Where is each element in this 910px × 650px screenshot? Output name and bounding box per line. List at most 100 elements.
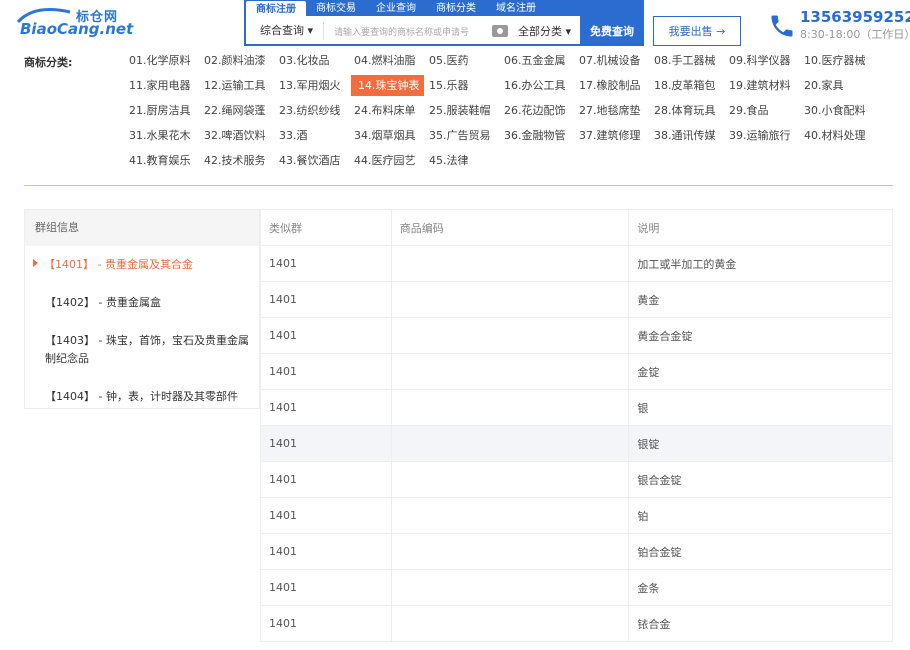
category-item[interactable]: 23.纺织纱线: [276, 98, 351, 123]
table-row[interactable]: 1401 黄金合金锭: [260, 317, 893, 354]
table-row[interactable]: 1401 铂: [260, 497, 893, 534]
category-item[interactable]: 17.橡胶制品: [576, 73, 651, 98]
cell-description: 黄金合金锭: [628, 317, 893, 354]
category-item[interactable]: 39.运输旅行: [726, 123, 801, 148]
cell-goods-code: [390, 353, 630, 390]
category-item[interactable]: 14.珠宝钟表: [351, 75, 424, 96]
category-item[interactable]: 22.绳网袋蓬: [201, 98, 276, 123]
category-item[interactable]: 20.家具: [801, 73, 876, 98]
cell-similar-group: 1401: [260, 389, 392, 426]
table-row[interactable]: 1401 加工或半加工的黄金: [260, 245, 893, 282]
category-item[interactable]: 45.法律: [426, 148, 501, 173]
cell-description: 铱合金: [628, 605, 893, 642]
cell-goods-code: [390, 497, 630, 534]
section-divider: [24, 185, 893, 186]
group-item-label: 【1403】 - 珠宝，首饰，宝石及贵重金属制纪念品: [45, 334, 249, 365]
category-item[interactable]: 01.化学原料: [126, 48, 201, 73]
category-item[interactable]: 42.技术服务: [201, 148, 276, 173]
category-item[interactable]: 25.服装鞋帽: [426, 98, 501, 123]
group-item[interactable]: 【1401】 - 贵重金属及其合金: [25, 246, 259, 284]
category-item[interactable]: 08.手工器械: [651, 48, 726, 73]
category-item[interactable]: 32.啤酒饮料: [201, 123, 276, 148]
search-input[interactable]: 请输入要查询的商标名称或申请号: [324, 25, 492, 38]
category-item[interactable]: 05.医药: [426, 48, 501, 73]
category-item[interactable]: 26.花边配饰: [501, 98, 576, 123]
category-item[interactable]: 36.金融物管: [501, 123, 576, 148]
search-type-select[interactable]: 综合查询 ▾: [246, 22, 324, 40]
camera-icon[interactable]: [492, 25, 508, 37]
category-item[interactable]: 34.烟草烟具: [351, 123, 426, 148]
table-row[interactable]: 1401 金条: [260, 569, 893, 606]
category-item[interactable]: 31.水果花木: [126, 123, 201, 148]
category-item[interactable]: 35.广告贸易: [426, 123, 501, 148]
col-header-description: 说明: [628, 209, 893, 246]
search-box: 商标注册 商标交易 企业查询 商标分类 域名注册 综合查询 ▾ 请输入要查询的商标名称或…: [244, 0, 644, 46]
group-panel: 群组信息 【1401】 - 贵重金属及其合金 【1402】 - 贵重金属盒【140…: [24, 209, 260, 409]
group-panel-header: 群组信息: [25, 210, 259, 246]
search-tab[interactable]: 域名注册: [486, 0, 546, 16]
cell-similar-group: 1401: [260, 245, 392, 282]
category-item[interactable]: 28.体育玩具: [651, 98, 726, 123]
table-row[interactable]: 1401 铱合金: [260, 605, 893, 642]
group-item[interactable]: 【1404】 - 钟，表，计时器及其零部件: [25, 378, 259, 416]
cell-similar-group: 1401: [260, 425, 392, 462]
site-logo[interactable]: 标仓网 BiaoCang.net: [14, 4, 133, 42]
category-item[interactable]: 12.运输工具: [201, 73, 276, 98]
category-item[interactable]: 10.医疗器械: [801, 48, 876, 73]
cell-goods-code: [390, 425, 630, 462]
category-item[interactable]: 09.科学仪器: [726, 48, 801, 73]
group-item-label: 【1404】 - 钟，表，计时器及其零部件: [45, 390, 238, 403]
category-item[interactable]: 16.办公工具: [501, 73, 576, 98]
cell-similar-group: 1401: [260, 605, 392, 642]
category-item[interactable]: 18.皮革箱包: [651, 73, 726, 98]
category-item[interactable]: 11.家用电器: [126, 73, 201, 98]
category-item[interactable]: 24.布料床单: [351, 98, 426, 123]
category-item[interactable]: 15.乐器: [426, 73, 501, 98]
category-item[interactable]: 07.机械设备: [576, 48, 651, 73]
search-tab[interactable]: 企业查询: [366, 0, 426, 16]
category-item[interactable]: 29.食品: [726, 98, 801, 123]
logo-domain-text: BiaoCang.net: [20, 20, 134, 38]
category-item[interactable]: 04.燃料油脂: [351, 48, 426, 73]
category-item[interactable]: 38.通讯传媒: [651, 123, 726, 148]
category-select[interactable]: 全部分类 ▾: [518, 23, 580, 39]
table-row[interactable]: 1401 银锭: [260, 425, 893, 462]
caret-right-icon: [33, 259, 38, 267]
category-item[interactable]: 40.材料处理: [801, 123, 876, 148]
table-row[interactable]: 1401 银合金锭: [260, 461, 893, 498]
cell-similar-group: 1401: [260, 317, 392, 354]
search-tab[interactable]: 商标注册: [246, 1, 306, 16]
category-item[interactable]: 30.小食配料: [801, 98, 876, 123]
cell-goods-code: [390, 317, 630, 354]
category-item[interactable]: 13.军用烟火: [276, 73, 351, 98]
phone-icon: [771, 15, 793, 37]
cell-goods-code: [390, 389, 630, 426]
cell-goods-code: [390, 281, 630, 318]
search-tab[interactable]: 商标分类: [426, 0, 486, 16]
category-item[interactable]: 27.地毯席垫: [576, 98, 651, 123]
group-item[interactable]: 【1402】 - 贵重金属盒: [25, 284, 259, 322]
search-submit-button[interactable]: 免费查询: [580, 16, 644, 46]
table-row[interactable]: 1401 铂合金锭: [260, 533, 893, 570]
contact-phone: 13563959252: [800, 8, 910, 26]
category-item[interactable]: 02.颜料油漆: [201, 48, 276, 73]
table-row[interactable]: 1401 银: [260, 389, 893, 426]
table-row[interactable]: 1401 金锭: [260, 353, 893, 390]
category-item[interactable]: 43.餐饮酒店: [276, 148, 351, 173]
cell-goods-code: [390, 245, 630, 282]
category-item[interactable]: 33.酒: [276, 123, 351, 148]
search-tab[interactable]: 商标交易: [306, 0, 366, 16]
cell-similar-group: 1401: [260, 353, 392, 390]
category-item[interactable]: 44.医疗园艺: [351, 148, 426, 173]
category-item[interactable]: 19.建筑材料: [726, 73, 801, 98]
category-item[interactable]: 37.建筑修理: [576, 123, 651, 148]
cell-description: 银: [628, 389, 893, 426]
category-item[interactable]: 41.教育娱乐: [126, 148, 201, 173]
category-item[interactable]: 21.厨房洁具: [126, 98, 201, 123]
group-item[interactable]: 【1403】 - 珠宝，首饰，宝石及贵重金属制纪念品: [25, 322, 259, 378]
sell-trademark-button[interactable]: 我要出售 →: [653, 16, 741, 46]
contact-hours: 8:30-18:00（工作日）: [800, 28, 910, 41]
table-row[interactable]: 1401 黄金: [260, 281, 893, 318]
category-item[interactable]: 06.五金金属: [501, 48, 576, 73]
category-item[interactable]: 03.化妆品: [276, 48, 351, 73]
